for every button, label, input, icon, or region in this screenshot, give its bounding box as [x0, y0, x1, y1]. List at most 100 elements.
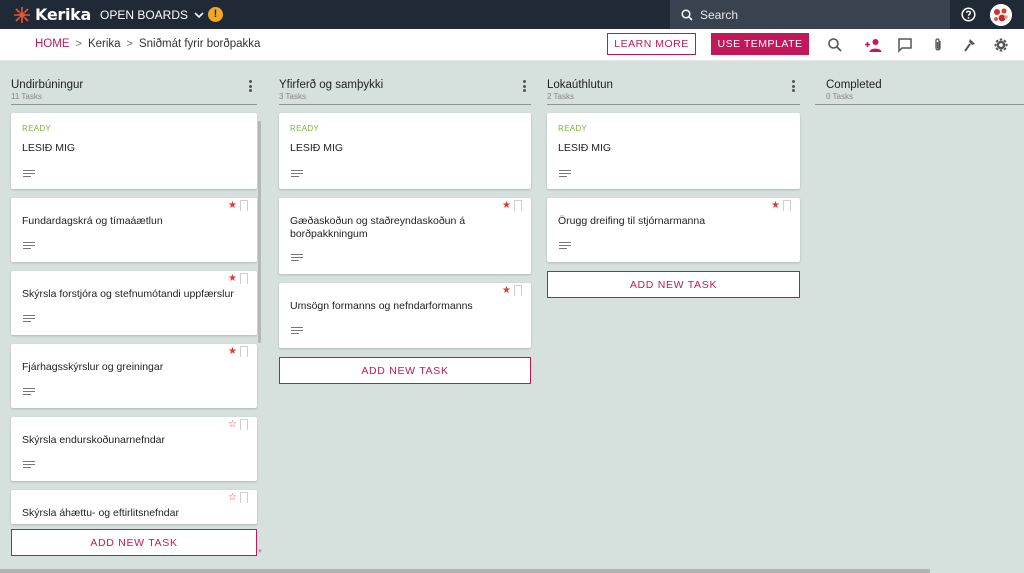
- column-task-count: 0 Tasks: [826, 92, 853, 101]
- task-card[interactable]: ★ Umsögn formanns og nefndarformanns: [279, 283, 531, 348]
- task-card[interactable]: READY LESIÐ MIG: [547, 113, 800, 189]
- user-avatar[interactable]: [990, 4, 1012, 26]
- attachment-icon[interactable]: [930, 37, 946, 53]
- column-task-count: 11 Tasks: [11, 92, 42, 101]
- add-new-task-button[interactable]: ADD NEW TASK: [11, 529, 257, 556]
- board-header: HOME > Kerika > Sniðmát fyrir borðpakka …: [0, 29, 1024, 61]
- scroll-down-arrow-icon[interactable]: ▼: [257, 549, 263, 555]
- column-menu-icon[interactable]: [519, 79, 529, 93]
- bookmark-icon[interactable]: [514, 200, 522, 211]
- bookmark-icon[interactable]: [240, 273, 248, 284]
- breadcrumb-separator-icon: >: [75, 38, 82, 50]
- breadcrumb-home[interactable]: HOME: [35, 38, 70, 50]
- card-title: LESIÐ MIG: [290, 142, 344, 154]
- chevron-down-icon: [194, 12, 204, 18]
- task-card[interactable]: ★ Fjárhagsskýrslur og greiningar: [11, 344, 257, 408]
- priority-star-icon[interactable]: ★: [228, 346, 237, 357]
- card-title: Fundardagskrá og tímaáætlun: [22, 215, 163, 227]
- bookmark-icon[interactable]: [240, 492, 248, 503]
- task-card[interactable]: READY LESIÐ MIG: [279, 113, 531, 189]
- priority-star-icon[interactable]: ★: [771, 200, 780, 211]
- bookmark-icon[interactable]: [783, 200, 791, 211]
- card-flags: ★: [771, 200, 791, 211]
- column-title[interactable]: Lokaúthlutun: [547, 79, 613, 91]
- column-header: Undirbúningur 11 Tasks: [11, 79, 257, 105]
- column-title[interactable]: Yfirferð og samþykki: [279, 79, 383, 91]
- bookmark-icon[interactable]: [240, 200, 248, 211]
- notes-icon: [291, 327, 303, 336]
- card-flags: ★: [502, 200, 522, 211]
- task-card[interactable]: ★ Gæðaskoðun og staðreyndaskoðun á borðp…: [279, 198, 531, 274]
- open-boards-label: OPEN BOARDS: [100, 8, 189, 22]
- card-status: READY: [558, 124, 588, 133]
- chat-icon[interactable]: [897, 37, 913, 53]
- card-title: LESIÐ MIG: [558, 142, 612, 154]
- use-template-button[interactable]: USE TEMPLATE: [711, 33, 809, 55]
- help-icon[interactable]: [961, 7, 976, 22]
- card-status: READY: [290, 124, 320, 133]
- warning-badge[interactable]: !: [208, 7, 223, 22]
- column-header: Yfirferð og samþykki 3 Tasks: [279, 79, 531, 105]
- bookmark-icon[interactable]: [240, 346, 248, 357]
- breadcrumb: HOME > Kerika > Sniðmát fyrir borðpakka: [35, 38, 260, 50]
- column-title[interactable]: Undirbúningur: [11, 79, 83, 91]
- top-bar: Kerika OPEN BOARDS !: [0, 0, 1024, 29]
- card-flags: ☆: [228, 492, 248, 503]
- card-title: LESIÐ MIG: [22, 142, 76, 154]
- add-new-task-button[interactable]: ADD NEW TASK: [547, 271, 800, 298]
- column-menu-icon[interactable]: [788, 79, 798, 93]
- priority-star-outline-icon[interactable]: ☆: [228, 492, 237, 503]
- notes-icon: [23, 461, 35, 470]
- card-flags: ☆: [228, 419, 248, 430]
- task-card[interactable]: READY LESIÐ MIG: [11, 113, 257, 189]
- notes-icon: [559, 242, 571, 251]
- column-task-count: 2 Tasks: [547, 92, 574, 101]
- column-header: Completed 0 Tasks: [815, 79, 1024, 105]
- search-input[interactable]: [700, 7, 920, 22]
- notes-icon: [23, 315, 35, 324]
- column-title[interactable]: Completed: [826, 79, 882, 91]
- task-card[interactable]: ★ Örugg dreifing til stjórnarmanna: [547, 198, 800, 262]
- horizontal-scrollbar[interactable]: [0, 569, 930, 573]
- column-task-count: 3 Tasks: [279, 92, 306, 101]
- search-icon[interactable]: [827, 37, 843, 53]
- notes-icon: [23, 170, 35, 179]
- task-card[interactable]: ☆ Skýrsla endurskoðunarnefndar: [11, 417, 257, 481]
- notes-icon: [291, 170, 303, 179]
- open-boards-menu[interactable]: OPEN BOARDS: [100, 8, 204, 22]
- card-title: Skýrsla endurskoðunarnefndar: [22, 434, 166, 446]
- notes-icon: [23, 388, 35, 397]
- bookmark-icon[interactable]: [240, 419, 248, 430]
- priority-star-outline-icon[interactable]: ☆: [228, 419, 237, 430]
- card-status: READY: [22, 124, 52, 133]
- add-person-icon[interactable]: [864, 37, 882, 53]
- card-flags: ★: [228, 346, 248, 357]
- settings-icon[interactable]: [993, 37, 1009, 53]
- kerika-logo[interactable]: Kerika: [12, 4, 91, 25]
- avatar-image-icon: [990, 4, 1012, 26]
- global-search[interactable]: [670, 0, 950, 29]
- priority-star-icon[interactable]: ★: [228, 273, 237, 284]
- learn-more-button[interactable]: LEARN MORE: [607, 33, 696, 55]
- add-new-task-button[interactable]: ADD NEW TASK: [279, 357, 531, 384]
- column-scrollbar[interactable]: ▼: [257, 121, 263, 555]
- card-title: Gæðaskoðun og staðreyndaskoðun á borðpak…: [290, 215, 466, 240]
- breadcrumb-org[interactable]: Kerika: [88, 38, 121, 50]
- card-flags: ★: [228, 200, 248, 211]
- task-card[interactable]: ★ Fundardagskrá og tímaáætlun: [11, 198, 257, 262]
- task-card[interactable]: ☆ Skýrsla áhættu- og eftirlitsnefndar: [11, 490, 257, 524]
- task-card[interactable]: ★ Skýrsla forstjóra og stefnumótandi upp…: [11, 271, 257, 335]
- priority-star-icon[interactable]: ★: [502, 285, 511, 296]
- bookmark-icon[interactable]: [514, 285, 522, 296]
- column-menu-icon[interactable]: [245, 79, 255, 93]
- card-title: Umsögn formanns og nefndarformanns: [290, 300, 473, 312]
- search-icon: [681, 8, 693, 21]
- priority-star-icon[interactable]: ★: [228, 200, 237, 211]
- priority-star-icon[interactable]: ★: [502, 200, 511, 211]
- card-title: Skýrsla áhættu- og eftirlitsnefndar: [22, 507, 179, 519]
- card-flags: ★: [502, 285, 522, 296]
- scrollbar-thumb[interactable]: [258, 121, 261, 343]
- kerika-logo-icon: [14, 6, 30, 23]
- tools-icon[interactable]: [961, 37, 977, 53]
- card-title: Skýrsla forstjóra og stefnumótandi uppfæ…: [22, 288, 234, 300]
